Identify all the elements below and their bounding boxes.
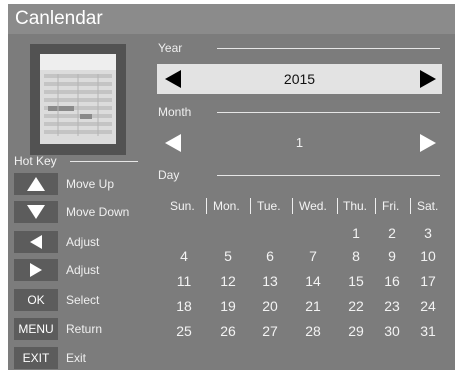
menu-key-button[interactable]: MENU <box>14 318 58 340</box>
up-key-button[interactable] <box>14 173 58 195</box>
weekday-separator <box>292 198 293 214</box>
day-cell[interactable]: 9 <box>374 247 410 265</box>
hotkey-action-return: Return <box>66 322 103 336</box>
day-cell[interactable]: 5 <box>210 247 246 265</box>
day-divider <box>217 175 440 176</box>
year-next-icon[interactable] <box>420 70 436 88</box>
hotkey-action-adjust-left: Adjust <box>66 235 100 249</box>
day-cell[interactable]: 21 <box>295 297 331 315</box>
weekday-separator <box>410 198 411 214</box>
day-cell[interactable]: 25 <box>166 322 202 340</box>
day-cell[interactable]: 17 <box>410 272 446 290</box>
day-cell[interactable]: 16 <box>374 272 410 290</box>
day-cell[interactable]: 31 <box>410 322 446 340</box>
day-cell[interactable]: 22 <box>338 297 374 315</box>
down-key-button[interactable] <box>14 201 58 223</box>
weekday-sun: Sun. <box>170 199 195 213</box>
weekday-mon: Mon. <box>213 199 240 213</box>
hotkey-action-adjust-right: Adjust <box>66 263 100 277</box>
month-label: Month <box>158 105 192 119</box>
day-cell[interactable]: 4 <box>166 247 202 265</box>
day-cell[interactable]: 8 <box>338 247 374 265</box>
weekday-sat: Sat. <box>417 199 439 213</box>
day-cell[interactable]: 28 <box>295 322 331 340</box>
day-cell[interactable]: 1 <box>338 224 374 242</box>
up-arrow-icon <box>27 177 45 191</box>
left-arrow-icon <box>30 235 42 249</box>
hotkey-action-move-up: Move Up <box>66 177 115 191</box>
weekday-wed: Wed. <box>299 199 327 213</box>
day-cell[interactable]: 24 <box>410 297 446 315</box>
hotkey-action-exit: Exit <box>66 351 87 365</box>
day-cell[interactable]: 14 <box>295 272 331 290</box>
day-cell[interactable]: 30 <box>374 322 410 340</box>
weekday-separator <box>250 198 251 214</box>
day-cell[interactable]: 2 <box>374 224 410 242</box>
day-cell[interactable]: 7 <box>295 247 331 265</box>
day-cell[interactable]: 15 <box>338 272 374 290</box>
day-cell[interactable]: 18 <box>166 297 202 315</box>
exit-key-button[interactable]: EXIT <box>14 347 58 369</box>
day-cell[interactable]: 20 <box>252 297 288 315</box>
weekday-fri: Fri. <box>382 199 400 213</box>
right-key-button[interactable] <box>14 259 58 281</box>
day-cell[interactable]: 13 <box>252 272 288 290</box>
day-cell[interactable]: 23 <box>374 297 410 315</box>
calendar-screen: Canlendar Hot Key Move Up Move Down Adju… <box>8 4 455 370</box>
day-cell[interactable]: 26 <box>210 322 246 340</box>
month-next-icon[interactable] <box>420 134 436 152</box>
day-cell[interactable]: 19 <box>210 297 246 315</box>
weekday-separator <box>206 198 207 214</box>
hotkey-divider <box>70 161 138 162</box>
window-title: Canlendar <box>8 4 455 34</box>
day-cell[interactable]: 29 <box>338 322 374 340</box>
day-cell[interactable]: 3 <box>410 224 446 242</box>
weekday-separator <box>375 198 376 214</box>
year-divider <box>217 48 440 49</box>
hotkey-action-select: Select <box>66 293 100 307</box>
left-key-button[interactable] <box>14 231 58 253</box>
weekday-tue: Tue. <box>257 199 281 213</box>
hotkey-label: Hot Key <box>14 154 57 168</box>
month-value: 1 <box>295 135 304 150</box>
day-cell[interactable]: 27 <box>252 322 288 340</box>
day-cell[interactable]: 10 <box>410 247 446 265</box>
year-value: 2015 <box>283 71 316 87</box>
hotkey-action-move-down: Move Down <box>66 205 130 219</box>
day-cell[interactable]: 6 <box>252 247 288 265</box>
calendar-schedule-icon <box>30 44 126 155</box>
right-arrow-icon <box>30 263 42 277</box>
weekday-separator <box>337 198 338 214</box>
month-divider <box>217 112 440 113</box>
year-selector[interactable]: 2015 <box>157 64 442 94</box>
down-arrow-icon <box>27 205 45 219</box>
day-cell[interactable]: 11 <box>166 272 202 290</box>
day-label: Day <box>158 168 180 182</box>
weekday-thu: Thu. <box>343 199 368 213</box>
year-label: Year <box>158 41 183 55</box>
day-cell[interactable]: 12 <box>210 272 246 290</box>
ok-key-button[interactable]: OK <box>14 289 58 311</box>
